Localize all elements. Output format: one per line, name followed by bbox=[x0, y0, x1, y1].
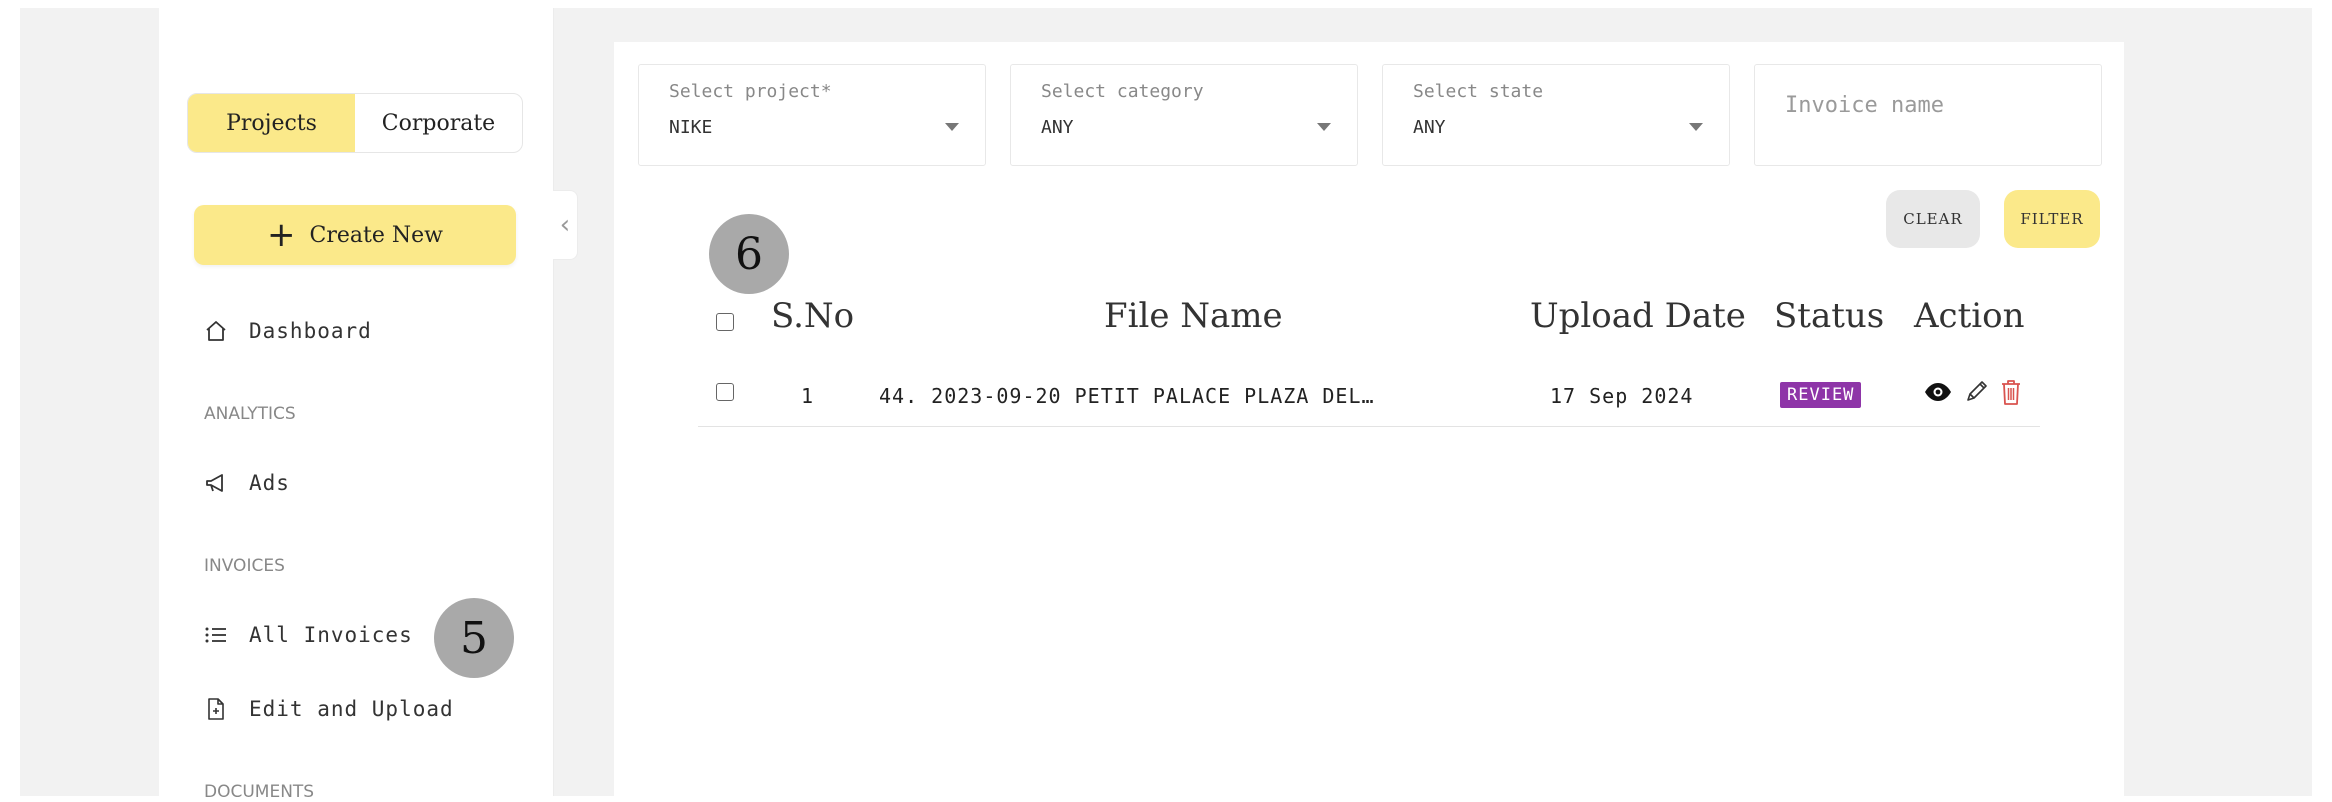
select-project-label: Select project* bbox=[669, 81, 832, 102]
section-documents: DOCUMENTS bbox=[204, 782, 315, 802]
status-badge: REVIEW bbox=[1780, 382, 1862, 408]
invoice-name-input[interactable]: Invoice name bbox=[1754, 64, 2102, 166]
step-marker-5: 5 bbox=[434, 598, 514, 678]
header-action: Action bbox=[1914, 296, 2025, 336]
eye-icon[interactable] bbox=[1924, 382, 1952, 406]
megaphone-icon bbox=[203, 470, 229, 496]
header-upload-date: Upload Date bbox=[1530, 296, 1746, 336]
clear-button[interactable]: CLEAR bbox=[1886, 190, 1980, 248]
section-analytics: ANALYTICS bbox=[204, 404, 296, 424]
sidebar-item-label: Edit and Upload bbox=[249, 697, 454, 721]
header-sno: S.No bbox=[771, 296, 855, 336]
filter-button[interactable]: FILTER bbox=[2004, 190, 2100, 248]
select-category-dropdown[interactable]: Select category ANY bbox=[1010, 64, 1358, 166]
sidebar-item-dashboard[interactable]: Dashboard bbox=[203, 318, 372, 344]
select-state-label: Select state bbox=[1413, 81, 1544, 102]
header-status: Status bbox=[1774, 296, 1885, 336]
list-icon bbox=[203, 622, 229, 648]
create-new-button[interactable]: + Create New bbox=[194, 205, 516, 265]
chevron-left-icon: ‹ bbox=[559, 210, 571, 240]
caret-down-icon bbox=[945, 123, 959, 131]
corporate-tab[interactable]: Corporate bbox=[355, 94, 522, 152]
create-new-label: Create New bbox=[309, 222, 443, 248]
sidebar-collapse-button[interactable]: ‹ bbox=[553, 190, 578, 260]
plus-icon: + bbox=[267, 215, 296, 255]
trash-icon[interactable] bbox=[2000, 378, 2022, 410]
project-corporate-toggle: Projects Corporate bbox=[187, 93, 523, 153]
caret-down-icon bbox=[1689, 123, 1703, 131]
row-actions bbox=[1924, 378, 2022, 410]
select-category-value: ANY bbox=[1041, 117, 1074, 138]
select-state-value: ANY bbox=[1413, 117, 1446, 138]
pencil-icon[interactable] bbox=[1964, 379, 1988, 409]
header-file-name: File Name bbox=[1104, 296, 1283, 336]
row-upload-date: 17 Sep 2024 bbox=[1550, 384, 1694, 408]
section-invoices: INVOICES bbox=[204, 556, 285, 576]
row-divider bbox=[698, 426, 2040, 427]
projects-tab[interactable]: Projects bbox=[188, 94, 355, 152]
step-marker-6: 6 bbox=[709, 214, 789, 294]
file-plus-icon bbox=[203, 696, 229, 722]
select-state-dropdown[interactable]: Select state ANY bbox=[1382, 64, 1730, 166]
home-icon bbox=[203, 318, 229, 344]
select-project-dropdown[interactable]: Select project* NIKE bbox=[638, 64, 986, 166]
sidebar-item-edit-upload[interactable]: Edit and Upload bbox=[203, 696, 454, 722]
row-file-name: 44. 2023-09-20 PETIT PALACE PLAZA DEL… bbox=[879, 384, 1375, 408]
select-project-value: NIKE bbox=[669, 117, 713, 138]
select-all-checkbox[interactable] bbox=[716, 313, 734, 331]
row-checkbox[interactable] bbox=[716, 383, 734, 401]
sidebar-item-all-invoices[interactable]: All Invoices bbox=[203, 622, 413, 648]
sidebar-item-label: Dashboard bbox=[249, 319, 372, 343]
sidebar-item-label: Ads bbox=[249, 471, 290, 495]
sidebar-item-label: All Invoices bbox=[249, 623, 413, 647]
caret-down-icon bbox=[1317, 123, 1331, 131]
sidebar-item-ads[interactable]: Ads bbox=[203, 470, 290, 496]
select-category-label: Select category bbox=[1041, 81, 1204, 102]
invoice-name-placeholder: Invoice name bbox=[1785, 93, 1944, 118]
row-sno: 1 bbox=[801, 384, 815, 408]
